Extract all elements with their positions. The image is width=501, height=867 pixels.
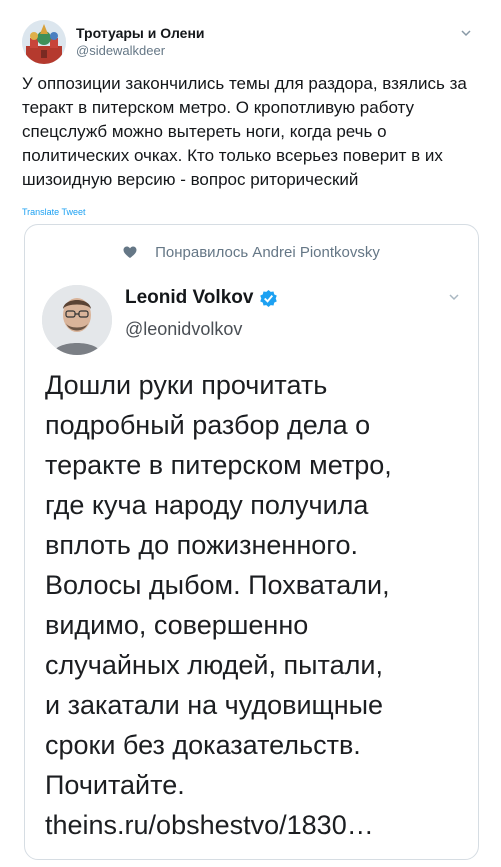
quoted-tweet-text: Дошли руки прочитать подробный разбор де… [45, 370, 392, 840]
author-avatar[interactable] [22, 20, 66, 64]
author-block: Тротуары и Олени @sidewalkdeer [76, 24, 205, 59]
quoted-author-name: Leonid Volkov [125, 287, 254, 308]
chevron-down-icon[interactable] [459, 26, 473, 40]
chevron-down-icon [449, 294, 459, 301]
translate-tweet-link[interactable]: Translate Tweet [22, 207, 86, 217]
kremlin-avatar-image [22, 20, 66, 64]
verified-badge-icon [260, 289, 278, 307]
quoted-author-handle: @leonidvolkov [125, 319, 243, 339]
heart-icon [123, 246, 137, 258]
person-photo-icon [42, 285, 112, 355]
tweet-text: У оппозиции закончились темы для раздора… [22, 74, 467, 189]
quoted-author-name-row: Leonid Volkov [125, 287, 278, 309]
author-name[interactable]: Тротуары и Олени [76, 24, 205, 42]
liked-by-row: Понравилось Andrei Piontkovsky [25, 241, 478, 263]
quoted-tweet-image[interactable]: Понравилось Andrei Piontkovsky Leonid Vo… [24, 224, 479, 860]
liked-by-text: Понравилось Andrei Piontkovsky [155, 243, 380, 261]
author-handle[interactable]: @sidewalkdeer [76, 42, 205, 59]
tweet-card: Тротуары и Олени @sidewalkdeer У оппозиц… [0, 0, 501, 867]
quoted-author-avatar [42, 285, 112, 355]
